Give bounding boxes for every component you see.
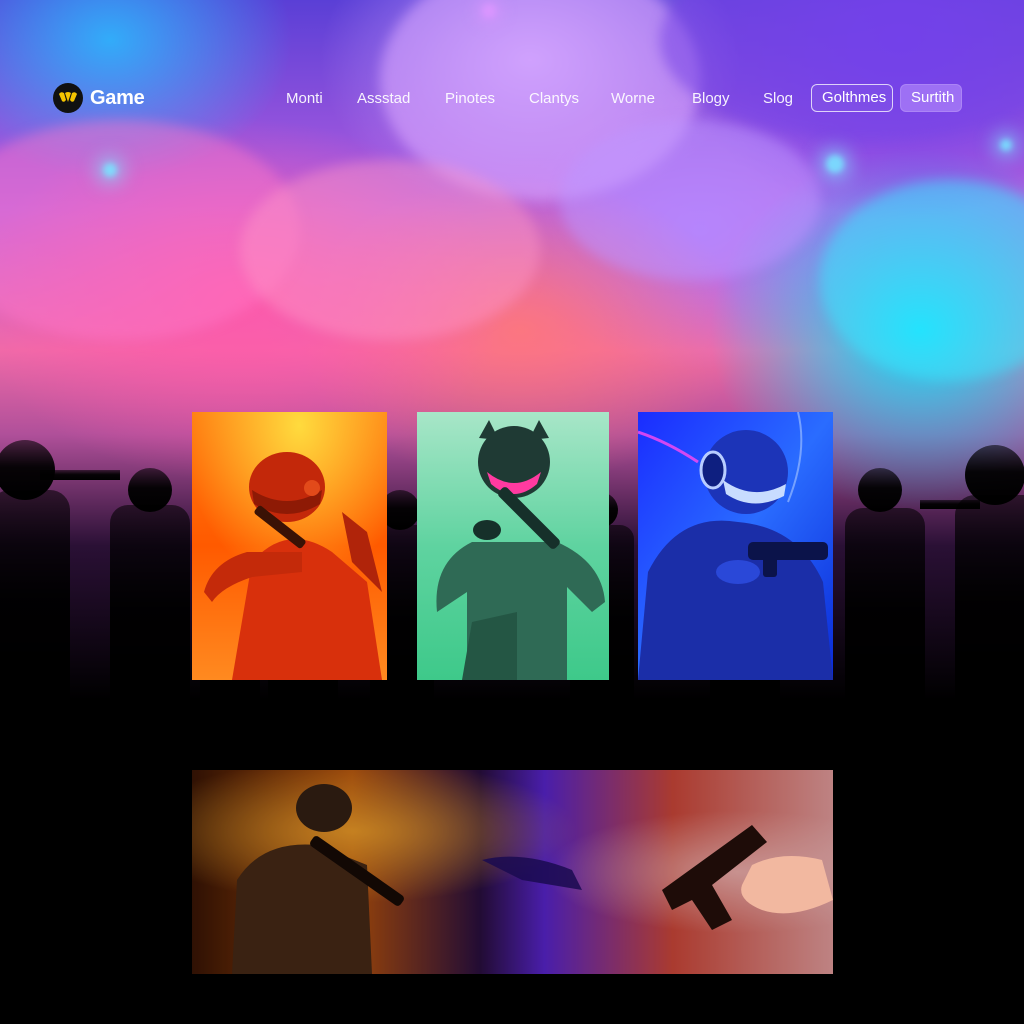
nav-item-blogy[interactable]: Blogy bbox=[692, 90, 730, 107]
character-card-green[interactable] bbox=[417, 412, 609, 680]
brand-name: Game bbox=[90, 86, 145, 109]
banner-illustration bbox=[192, 770, 833, 974]
character-card-orange[interactable] bbox=[192, 412, 387, 680]
nav-item-monti[interactable]: Monti bbox=[286, 90, 323, 107]
golthmes-button[interactable]: Golthmes bbox=[811, 84, 893, 112]
brand-logo[interactable]: Game bbox=[52, 82, 145, 114]
orange-soldier-illustration bbox=[192, 412, 387, 680]
gamepad-logo-icon bbox=[53, 83, 83, 113]
feature-banner[interactable] bbox=[192, 770, 833, 974]
nav-item-clantys[interactable]: Clantys bbox=[529, 90, 579, 107]
nav-item-worne[interactable]: Worne bbox=[611, 90, 655, 107]
nav-item-assstad[interactable]: Assstad bbox=[357, 90, 410, 107]
nav-item-slog[interactable]: Slog bbox=[763, 90, 793, 107]
surtith-button[interactable]: Surtith bbox=[900, 84, 962, 112]
blue-player-illustration bbox=[638, 412, 833, 680]
green-soldier-illustration bbox=[417, 412, 609, 680]
top-navigation: Game Monti Assstad Pinotes Clantys Worne… bbox=[0, 80, 1024, 120]
nav-item-pinotes[interactable]: Pinotes bbox=[445, 90, 495, 107]
character-card-blue[interactable] bbox=[638, 412, 833, 680]
